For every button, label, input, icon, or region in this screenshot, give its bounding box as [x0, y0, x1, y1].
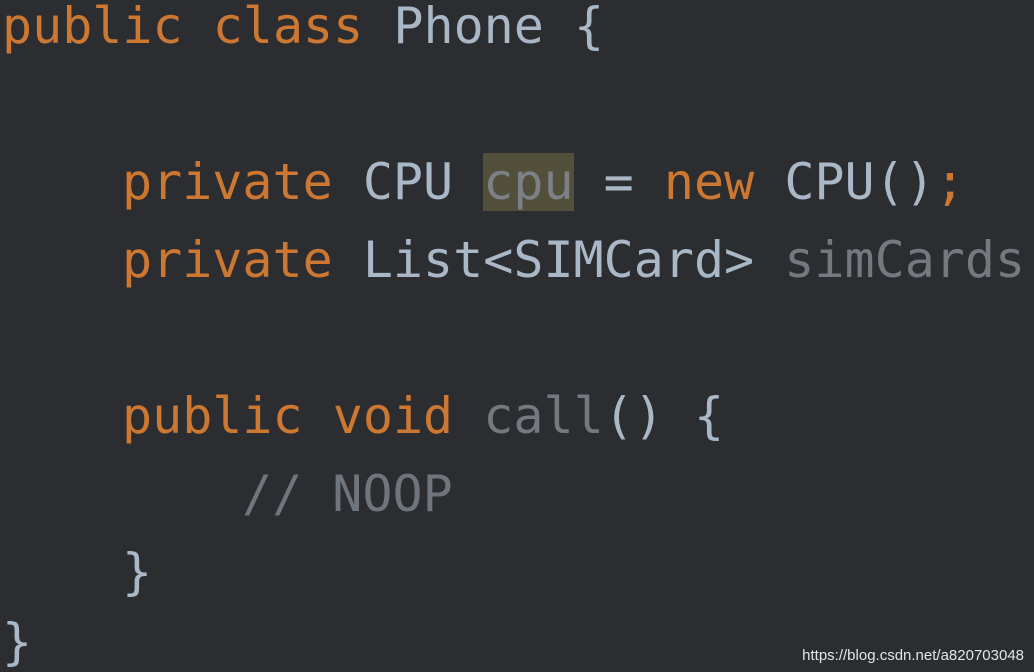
code-editor[interactable]: public class Phone { private CPU cpu = n…	[0, 0, 1034, 672]
code-line-simcards-field: private List<SIMCard> simCards;	[122, 230, 1034, 290]
keyword-new: new	[663, 153, 755, 211]
semicolon: ;	[1025, 231, 1034, 289]
method-parens: ()	[603, 387, 664, 445]
semicolon: ;	[934, 153, 965, 211]
code-line-method-decl: public void call() {	[122, 386, 724, 446]
field-cpu-highlighted[interactable]: cpu	[483, 153, 574, 211]
type-name: List<SIMCard>	[362, 231, 755, 289]
method-name-call[interactable]: call	[483, 387, 603, 445]
keyword-void: void	[332, 387, 454, 445]
brace-open: {	[573, 0, 605, 55]
keyword-private: private	[122, 231, 333, 289]
comment-noop: // NOOP	[242, 465, 453, 523]
brace-close: }	[2, 613, 33, 671]
keyword-public: public	[122, 387, 303, 445]
brace-open: {	[694, 387, 725, 445]
code-line-cpu-field: private CPU cpu = new CPU();	[122, 152, 965, 212]
code-line-class-close: }	[2, 612, 32, 672]
code-line-class-decl: public class Phone {	[2, 0, 604, 56]
field-simcards[interactable]: simCards	[784, 231, 1025, 289]
class-name: Phone	[393, 0, 544, 55]
assign-operator: =	[603, 153, 634, 211]
brace-close: }	[122, 543, 153, 601]
keyword-class: class	[212, 0, 364, 55]
type-name: CPU	[362, 153, 454, 211]
code-line-method-close: }	[122, 542, 152, 602]
watermark-url: https://blog.csdn.net/a820703048	[802, 647, 1024, 664]
constructor-call: CPU()	[784, 153, 935, 211]
keyword-private: private	[122, 153, 333, 211]
code-line-comment: // NOOP	[242, 464, 453, 524]
keyword-public: public	[2, 0, 183, 55]
